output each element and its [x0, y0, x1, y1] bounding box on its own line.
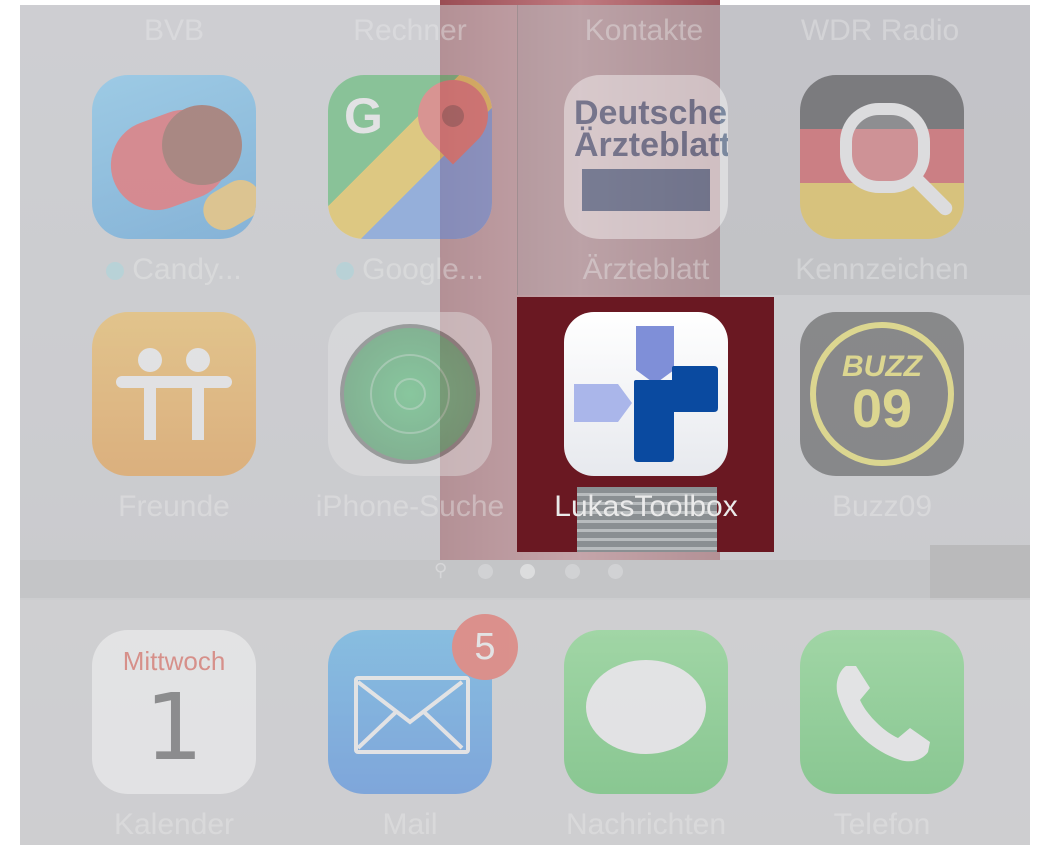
app-label: Ärzteblatt [582, 253, 710, 286]
google-maps-icon: G [328, 75, 492, 239]
aerzteblatt-logo-text-2: Ärzteblatt [574, 126, 728, 164]
app-label-wdr-radio[interactable]: WDR Radio [768, 14, 992, 48]
unread-count-badge: 5 [452, 614, 518, 680]
app-label-bvb[interactable]: BVB [62, 14, 286, 48]
app-label: Telefon [833, 808, 931, 841]
app-label: Buzz09 [831, 490, 933, 523]
new-app-dot [106, 262, 125, 281]
new-app-dot [336, 262, 355, 281]
page-dot [608, 564, 623, 579]
lukas-toolbox-icon [564, 312, 728, 476]
calendar-weekday: Mittwoch [122, 646, 226, 676]
buzz09-icon: BUZZ 09 [800, 312, 964, 476]
phone-handset-icon [800, 630, 964, 794]
calendar-icon: Mittwoch 1 [92, 630, 256, 794]
page-indicator[interactable]: ⚲ [430, 560, 630, 584]
buzz09-logo-text-2: 09 [851, 379, 913, 439]
page-dot [565, 564, 580, 579]
spotlight-search-icon: ⚲ [434, 560, 448, 580]
home-screen: BVB Rechner Kontakte WDR Radio Candy... … [0, 0, 1037, 845]
app-label: Candy... [62, 253, 286, 287]
app-label: LukasToolbox [554, 490, 738, 523]
candy-crush-icon [92, 75, 256, 239]
app-label: Google... [298, 253, 522, 287]
app-label-kontakte[interactable]: Kontakte [532, 14, 756, 48]
app-label: Kalender [113, 808, 235, 841]
page-dot [478, 564, 493, 579]
find-iphone-radar-icon [328, 312, 492, 476]
phone-handset-graphic [836, 666, 930, 762]
app-label: Mail [382, 808, 438, 841]
messages-bubble-icon [564, 630, 728, 794]
kennzeichen-magnifier-icon [800, 75, 964, 239]
calendar-day-number: 1 [144, 674, 204, 781]
app-label: Nachrichten [565, 808, 727, 841]
aerzteblatt-logo-text-1: Deutsches [574, 94, 728, 132]
page-dot-active [520, 564, 535, 579]
app-label: Kennzeichen [795, 253, 969, 286]
app-label: Freunde [118, 490, 230, 523]
lukas-cross-graphic [574, 326, 718, 462]
app-label-rechner[interactable]: Rechner [298, 14, 522, 48]
app-label: iPhone-Suche [315, 490, 505, 523]
find-friends-icon [92, 312, 256, 476]
aerzteblatt-icon: Deutsches Ärzteblatt [564, 75, 728, 239]
